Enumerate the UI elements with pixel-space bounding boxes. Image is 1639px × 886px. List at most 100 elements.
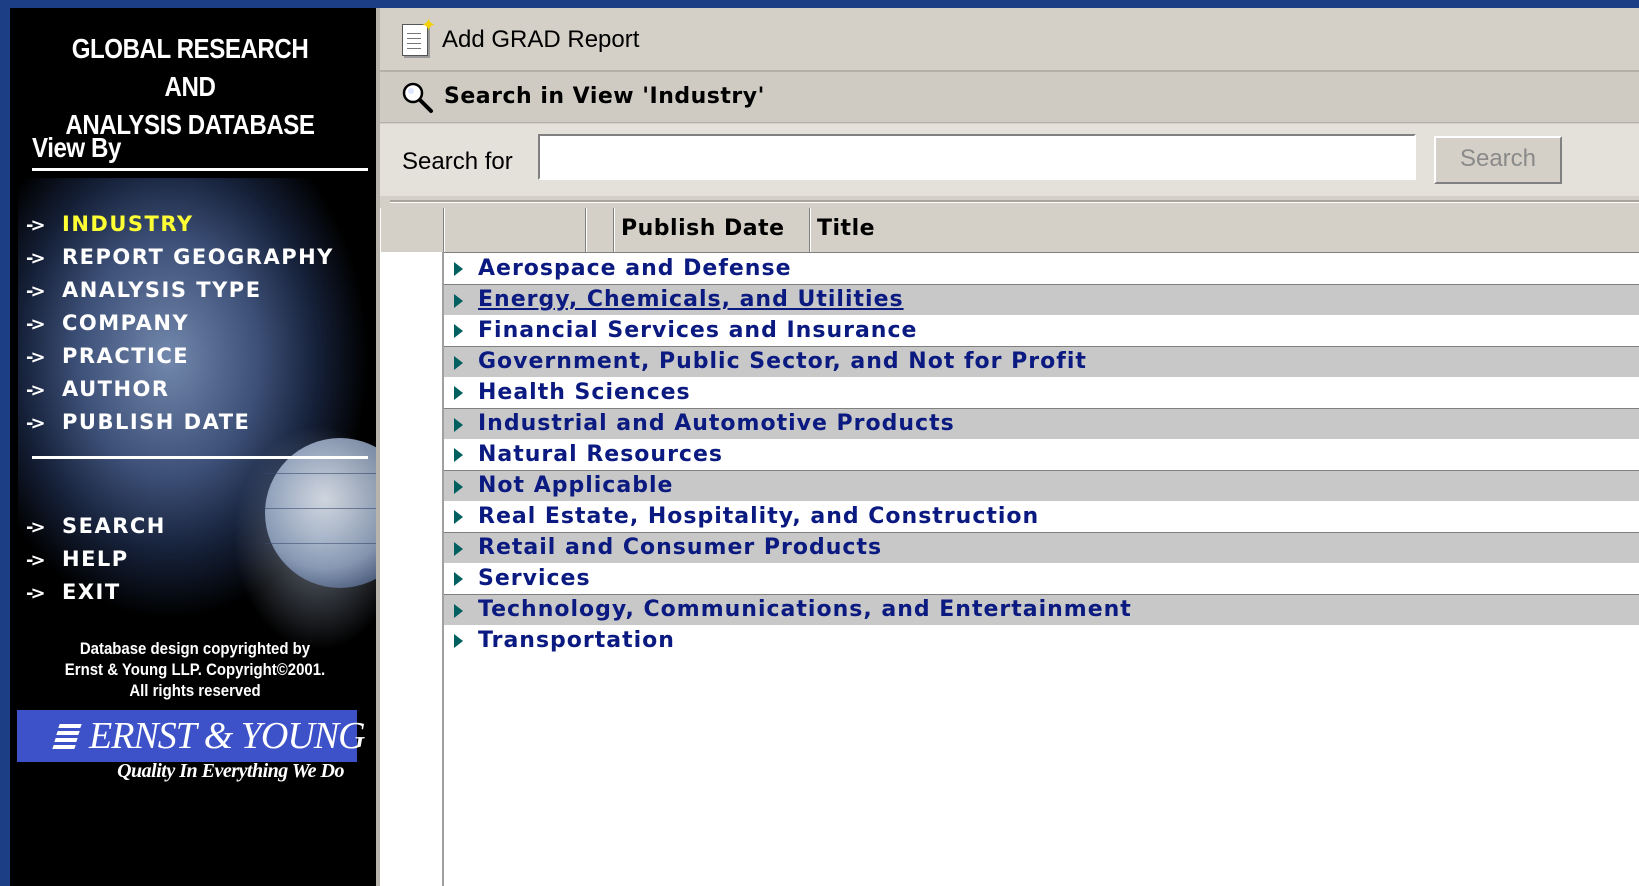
category-row[interactable]: Retail and Consumer Products xyxy=(444,532,1639,563)
category-label: Financial Services and Insurance xyxy=(478,318,918,343)
category-row[interactable]: Industrial and Automotive Products xyxy=(444,408,1639,439)
category-row[interactable]: Services xyxy=(444,563,1639,594)
search-title: Search in View 'Industry' xyxy=(444,84,765,109)
category-row[interactable]: Government, Public Sector, and Not for P… xyxy=(444,346,1639,377)
nav-item-analysis-type[interactable]: -> ANALYSIS TYPE xyxy=(26,274,334,307)
ey-logo-icon xyxy=(52,722,83,752)
category-row[interactable]: Transportation xyxy=(444,625,1639,656)
app-title-line1: GLOBAL RESEARCH AND xyxy=(71,33,309,102)
expand-triangle-icon[interactable] xyxy=(454,634,463,648)
column-header-margin xyxy=(380,208,444,252)
expand-triangle-icon[interactable] xyxy=(454,356,463,370)
nav-item-publish-date[interactable]: -> PUBLISH DATE xyxy=(26,406,334,439)
category-row[interactable]: Natural Resources xyxy=(444,439,1639,470)
category-row[interactable]: Aerospace and Defense xyxy=(444,253,1639,284)
copyright-line2: Ernst & Young LLP. Copyright©2001. xyxy=(64,660,326,679)
category-label: Government, Public Sector, and Not for P… xyxy=(478,349,1087,374)
arrow-right-icon: -> xyxy=(26,413,46,434)
utility-menu: -> SEARCH -> HELP -> EXIT xyxy=(26,510,166,609)
column-header-publish-date[interactable]: Publish Date xyxy=(614,208,810,252)
category-row[interactable]: Real Estate, Hospitality, and Constructi… xyxy=(444,501,1639,532)
copyright-notice: Database design copyrighted by Ernst & Y… xyxy=(41,638,349,701)
search-header: Search in View 'Industry' xyxy=(380,72,1639,123)
expand-triangle-icon[interactable] xyxy=(454,604,463,618)
copyright-line3: All rights reserved xyxy=(129,681,261,700)
nav-item-exit[interactable]: -> EXIT xyxy=(26,576,166,609)
arrow-right-icon: -> xyxy=(26,550,46,571)
expand-triangle-icon[interactable] xyxy=(454,542,463,556)
nav-item-label: SEARCH xyxy=(62,514,166,538)
expand-triangle-icon[interactable] xyxy=(454,572,463,586)
search-input[interactable] xyxy=(538,134,1416,180)
expand-triangle-icon[interactable] xyxy=(454,324,463,338)
arrow-right-icon: -> xyxy=(26,215,46,236)
column-header-title[interactable]: Title xyxy=(810,208,1639,252)
expand-triangle-icon[interactable] xyxy=(454,386,463,400)
new-document-icon: ✦ xyxy=(402,15,436,56)
category-row[interactable]: Health Sciences xyxy=(444,377,1639,408)
copyright-line1: Database design copyrighted by xyxy=(79,639,311,658)
arrow-right-icon: -> xyxy=(26,380,46,401)
nav-item-report-geography[interactable]: -> REPORT GEOGRAPHY xyxy=(26,241,334,274)
ernst-young-logo[interactable]: ERNST & YOUNG xyxy=(17,710,366,762)
nav-item-label: REPORT GEOGRAPHY xyxy=(62,245,334,269)
nav-item-industry[interactable]: -> INDUSTRY xyxy=(26,208,334,241)
view-by-menu: -> INDUSTRY -> REPORT GEOGRAPHY -> ANALYSIS… xyxy=(26,208,334,439)
sidebar: GLOBAL RESEARCH AND ANALYSIS DATABASE Vi… xyxy=(10,8,376,886)
nav-item-label: PUBLISH DATE xyxy=(62,410,251,434)
nav-item-help[interactable]: -> HELP xyxy=(26,543,166,576)
nav-item-label: HELP xyxy=(62,547,129,571)
category-row[interactable]: Energy, Chemicals, and Utilities xyxy=(444,284,1639,315)
tagline: Quality In Everything We Do xyxy=(117,760,344,782)
nav-item-label: INDUSTRY xyxy=(62,212,194,236)
toolbar: ✦ Add GRAD Report xyxy=(380,8,1639,72)
nav-item-label: ANALYSIS TYPE xyxy=(62,278,262,302)
category-list: Aerospace and Defense Energy, Chemicals,… xyxy=(444,253,1639,656)
nav-item-company[interactable]: -> COMPANY xyxy=(26,307,334,340)
category-row[interactable]: Financial Services and Insurance xyxy=(444,315,1639,346)
category-label: Industrial and Automotive Products xyxy=(478,411,955,436)
category-label: Natural Resources xyxy=(478,442,723,467)
expand-triangle-icon[interactable] xyxy=(454,448,463,462)
category-label: Energy, Chemicals, and Utilities xyxy=(478,287,904,312)
category-row[interactable]: Not Applicable xyxy=(444,470,1639,501)
category-label: Transportation xyxy=(478,628,675,653)
arrow-right-icon: -> xyxy=(26,281,46,302)
expand-triangle-icon[interactable] xyxy=(454,510,463,524)
search-row: Search for Search xyxy=(380,124,1639,196)
expand-triangle-icon[interactable] xyxy=(454,418,463,432)
magnifier-icon xyxy=(402,82,433,113)
add-report-label: Add GRAD Report xyxy=(442,26,640,53)
category-label: Aerospace and Defense xyxy=(478,256,792,281)
column-header-spacer xyxy=(586,208,614,252)
column-header-row: Publish Date Title xyxy=(380,208,1639,253)
search-for-label: Search for xyxy=(402,148,513,175)
arrow-right-icon: -> xyxy=(26,517,46,538)
column-header-category[interactable] xyxy=(444,208,586,252)
expand-triangle-icon[interactable] xyxy=(454,294,463,308)
category-label: Health Sciences xyxy=(478,380,691,405)
logo-text: ERNST & YOUNG xyxy=(89,715,366,757)
nav-item-practice[interactable]: -> PRACTICE xyxy=(26,340,334,373)
expand-triangle-icon[interactable] xyxy=(454,262,463,276)
search-button[interactable]: Search xyxy=(1434,136,1562,184)
arrow-right-icon: -> xyxy=(26,347,46,368)
nav-item-label: PRACTICE xyxy=(62,344,190,368)
category-row[interactable]: Technology, Communications, and Entertai… xyxy=(444,594,1639,625)
category-label: Services xyxy=(478,566,591,591)
category-label: Real Estate, Hospitality, and Constructi… xyxy=(478,504,1040,529)
expand-triangle-icon[interactable] xyxy=(454,480,463,494)
industry-view: Publish Date Title Aerospace and Defense… xyxy=(380,208,1639,886)
arrow-right-icon: -> xyxy=(26,248,46,269)
view-by-heading: View By xyxy=(32,132,368,171)
app-title: GLOBAL RESEARCH AND ANALYSIS DATABASE xyxy=(44,30,336,144)
nav-item-search[interactable]: -> SEARCH xyxy=(26,510,166,543)
category-label: Not Applicable xyxy=(478,473,674,498)
nav-item-author[interactable]: -> AUTHOR xyxy=(26,373,334,406)
sidebar-divider xyxy=(32,456,368,459)
view-by-label: View By xyxy=(32,132,121,163)
selection-margin xyxy=(380,252,444,886)
nav-item-label: COMPANY xyxy=(62,311,190,335)
category-label: Technology, Communications, and Entertai… xyxy=(478,597,1132,622)
category-label: Retail and Consumer Products xyxy=(478,535,883,560)
